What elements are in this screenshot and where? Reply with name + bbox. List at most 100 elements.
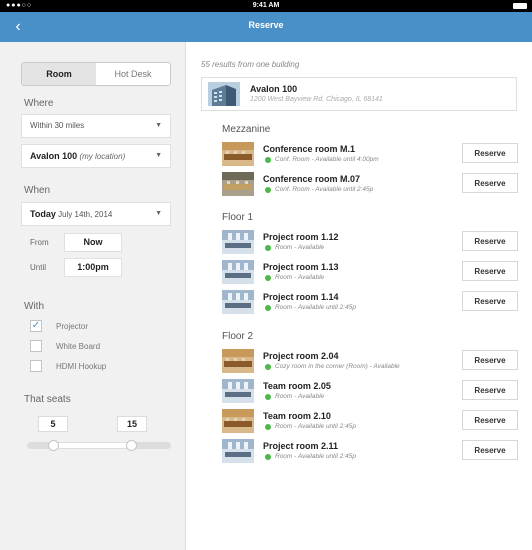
chevron-down-icon: ▼ xyxy=(155,152,162,159)
seats-label: That seats xyxy=(24,394,71,405)
seats-slider-min-handle[interactable] xyxy=(47,440,59,451)
floor-heading: Floor 1 xyxy=(222,212,254,223)
checkbox-checked-icon: ✓ xyxy=(30,320,42,332)
room-row[interactable]: Team room 2.05 Room - Available Reserve xyxy=(222,379,518,403)
room-photo-icon xyxy=(222,439,254,463)
reserve-button[interactable]: Reserve xyxy=(462,440,518,460)
room-status: Cozy room in the corner (Room) - Availab… xyxy=(275,363,400,370)
building-card[interactable]: Avalon 100 1200 West Bayview Rd. Chicago… xyxy=(201,77,517,111)
from-time-field[interactable]: Now xyxy=(64,233,122,252)
room-name: Project room 2.11 xyxy=(263,441,339,451)
space-type-segmented-control: Room Hot Desk xyxy=(21,62,171,86)
status-bar: ●●●○○ 9:41 AM xyxy=(0,0,532,12)
reserve-button[interactable]: Reserve xyxy=(462,261,518,281)
with-label: With xyxy=(24,301,44,312)
filter-sidebar: Room Hot Desk Where Within 30 miles ▼ Av… xyxy=(0,42,186,550)
reserve-button[interactable]: Reserve xyxy=(462,231,518,251)
status-time: 9:41 AM xyxy=(252,2,280,9)
room-status: Conf. Room - Available until 2:45p xyxy=(275,186,374,193)
floor-heading: Mezzanine xyxy=(222,124,271,135)
room-row[interactable]: Project room 1.13 Room - Available Reserve xyxy=(222,260,518,284)
availability-dot-icon xyxy=(265,454,271,460)
until-label: Until xyxy=(30,263,47,272)
results-count: 55 results from one building xyxy=(201,60,300,69)
amenity-hdmi-hookup[interactable]: HDMI Hookup xyxy=(30,360,106,372)
room-status: Conf. Room - Available until 4:00pm xyxy=(275,156,379,163)
room-photo-icon xyxy=(222,260,254,284)
reserve-button[interactable]: Reserve xyxy=(462,380,518,400)
nav-bar: ‹ Reserve xyxy=(0,12,532,42)
date-select[interactable]: Today July 14th, 2014 ▼ xyxy=(21,202,171,226)
availability-dot-icon xyxy=(265,187,271,193)
location-note: (my location) xyxy=(79,152,126,161)
reserve-button[interactable]: Reserve xyxy=(462,143,518,163)
room-status: Room - Available until 2:45p xyxy=(275,423,356,430)
reserve-button[interactable]: Reserve xyxy=(462,173,518,193)
building-photo-icon xyxy=(208,82,240,106)
room-name: Conference room M.1 xyxy=(263,144,356,154)
amenity-projector[interactable]: ✓ Projector xyxy=(30,320,88,332)
room-row[interactable]: Team room 2.10 Room - Available until 2:4… xyxy=(222,409,518,433)
when-label: When xyxy=(24,185,51,196)
page-title: Reserve xyxy=(248,20,284,30)
room-photo-icon xyxy=(222,379,254,403)
room-row[interactable]: Project room 2.11 Room - Available until … xyxy=(222,439,518,463)
room-row[interactable]: Conference room M.07 Conf. Room - Availab… xyxy=(222,172,518,196)
building-name: Avalon 100 xyxy=(250,84,298,94)
chevron-down-icon: ▼ xyxy=(155,210,162,217)
room-name: Project room 1.12 xyxy=(263,232,339,242)
availability-dot-icon xyxy=(265,157,271,163)
seats-max-value: 15 xyxy=(117,416,147,432)
until-time-field[interactable]: 1:00pm xyxy=(64,258,122,277)
room-name: Project room 1.13 xyxy=(263,262,339,272)
room-photo-icon xyxy=(222,142,254,166)
room-row[interactable]: Conference room M.1 Conf. Room - Availabl… xyxy=(222,142,518,166)
checkbox-icon xyxy=(30,360,42,372)
reserve-button[interactable]: Reserve xyxy=(462,350,518,370)
room-photo-icon xyxy=(222,230,254,254)
from-label: From xyxy=(30,238,49,247)
date-today: Today xyxy=(30,209,56,219)
segment-room[interactable]: Room xyxy=(22,63,96,85)
room-status: Room - Available until 2:45p xyxy=(275,453,356,460)
floor-heading: Floor 2 xyxy=(222,331,254,342)
where-label: Where xyxy=(24,98,54,109)
availability-dot-icon xyxy=(265,245,271,251)
results-panel: 55 results from one building Avalon 100 … xyxy=(186,42,532,550)
room-photo-icon xyxy=(222,290,254,314)
room-photo-icon xyxy=(222,172,254,196)
room-status: Room - Available xyxy=(275,393,325,400)
room-photo-icon xyxy=(222,349,254,373)
building-address: 1200 West Bayview Rd. Chicago, IL 68141 xyxy=(250,96,383,103)
checkbox-icon xyxy=(30,340,42,352)
amenity-label: White Board xyxy=(56,341,101,351)
availability-dot-icon xyxy=(265,305,271,311)
availability-dot-icon xyxy=(265,424,271,430)
distance-select[interactable]: Within 30 miles ▼ xyxy=(21,114,171,138)
room-row[interactable]: Project room 1.12 Room - Available Reserve xyxy=(222,230,518,254)
date-value: July 14th, 2014 xyxy=(58,210,113,219)
location-select[interactable]: Avalon 100 (my location) ▼ xyxy=(21,144,171,168)
room-status: Room - Available xyxy=(275,274,325,281)
amenity-white-board[interactable]: White Board xyxy=(30,340,100,352)
availability-dot-icon xyxy=(265,394,271,400)
room-row[interactable]: Project room 1.14 Room - Available until … xyxy=(222,290,518,314)
room-name: Team room 2.10 xyxy=(263,411,331,421)
battery-icon xyxy=(513,3,527,9)
room-name: Team room 2.05 xyxy=(263,381,331,391)
distance-value: Within 30 miles xyxy=(30,121,85,130)
seats-slider-range xyxy=(52,442,131,449)
room-name: Project room 1.14 xyxy=(263,292,339,302)
chevron-down-icon: ▼ xyxy=(155,122,162,129)
seats-slider-max-handle[interactable] xyxy=(125,440,137,451)
availability-dot-icon xyxy=(265,275,271,281)
amenity-label: HDMI Hookup xyxy=(56,361,107,371)
segment-hot-desk[interactable]: Hot Desk xyxy=(96,63,170,85)
room-row[interactable]: Project room 2.04 Cozy room in the corner… xyxy=(222,349,518,373)
amenity-label: Projector xyxy=(56,321,89,331)
reserve-button[interactable]: Reserve xyxy=(462,291,518,311)
seats-min-value: 5 xyxy=(38,416,68,432)
room-status: Room - Available xyxy=(275,244,325,251)
reserve-button[interactable]: Reserve xyxy=(462,410,518,430)
room-photo-icon xyxy=(222,409,254,433)
